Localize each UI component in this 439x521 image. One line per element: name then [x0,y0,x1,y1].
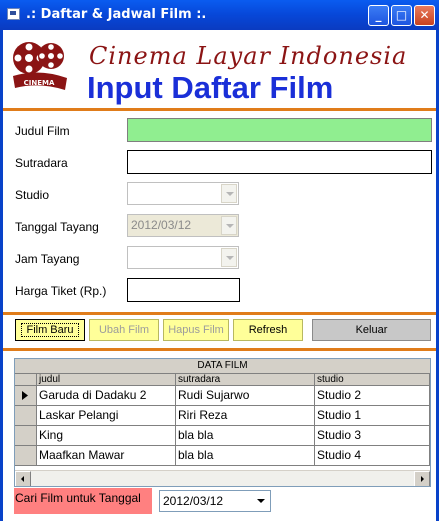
studio-select[interactable] [127,182,239,205]
window-title: .: Daftar & Jadwal Film :. [26,7,207,22]
horizontal-scrollbar[interactable] [15,470,430,486]
app-window: .: Daftar & Jadwal Film :. _ □ ✕ CINEMA … [0,0,439,521]
chevron-down-icon[interactable] [253,492,269,510]
page-title: Input Daftar Film [87,70,334,105]
scroll-right-button[interactable] [414,471,430,486]
tanggal-tayang-value: 2012/03/12 [131,218,192,232]
maximize-icon: □ [395,8,408,22]
current-row-icon [22,391,28,400]
table-cell[interactable]: King [37,426,176,446]
studio-label: Studio [15,188,50,202]
table-cell[interactable]: Studio 4 [315,446,430,466]
table-cell[interactable]: Studio 1 [315,406,430,426]
close-icon: ✕ [419,8,430,22]
title-bar[interactable]: .: Daftar & Jadwal Film :. _ □ ✕ [0,0,439,30]
harga-tiket-label: Harga Tiket (Rp.) [15,284,107,298]
brand-name: Cinema Layar Indonesia [89,42,408,70]
scroll-left-button[interactable] [15,471,31,486]
jam-tayang-select[interactable] [127,246,239,269]
keluar-button[interactable]: Keluar [312,319,431,341]
minimize-icon: _ [375,8,382,22]
app-icon [7,8,20,20]
ubah-film-button[interactable]: Ubah Film [89,319,159,341]
table-cell[interactable]: bla bla [176,426,315,446]
judul-film-label: Judul Film [15,124,70,138]
hapus-film-button[interactable]: Hapus Film [163,319,229,341]
grid-corner [15,374,37,386]
minimize-button[interactable]: _ [368,5,389,26]
tanggal-tayang-picker[interactable]: 2012/03/12 [127,214,239,237]
judul-film-input[interactable] [127,118,432,142]
search-date-picker[interactable]: 2012/03/12 [159,490,271,512]
row-selector[interactable] [15,406,37,426]
film-form: Judul Film Sutradara Studio Tanggal Taya… [3,111,436,312]
data-section: DATA FILM judul sutradara studio Garuda … [3,351,436,521]
search-date-value: 2012/03/12 [163,494,224,508]
film-baru-label: Film Baru [21,323,79,337]
jam-tayang-label: Jam Tayang [15,252,80,266]
row-selector[interactable] [15,426,37,446]
sutradara-input[interactable] [127,150,432,174]
sutradara-label: Sutradara [15,156,68,170]
film-reel-logo: CINEMA [13,42,67,90]
table-cell[interactable]: Studio 2 [315,386,430,406]
chevron-down-icon[interactable] [221,216,237,235]
table-cell[interactable]: Rudi Sujarwo [176,386,315,406]
table-cell[interactable]: Garuda di Dadaku 2 [37,386,176,406]
harga-tiket-input[interactable] [127,278,240,302]
film-baru-button[interactable]: Film Baru [15,319,85,341]
table-cell[interactable]: Studio 3 [315,426,430,446]
table-cell[interactable]: Riri Reza [176,406,315,426]
tanggal-tayang-label: Tanggal Tayang [15,220,99,234]
row-selector-current[interactable] [15,386,37,406]
table-cell[interactable]: bla bla [176,446,315,466]
arrow-left-icon [21,476,24,482]
grid-caption: DATA FILM [15,359,430,374]
search-date-label: Cari Film untuk Tanggal [14,488,152,514]
table-cell[interactable]: Laskar Pelangi [37,406,176,426]
column-header-studio[interactable]: studio [315,374,430,386]
maximize-button[interactable]: □ [391,5,412,26]
logo-text: CINEMA [24,79,55,87]
header: CINEMA Cinema Layar Indonesia Input Daft… [3,30,436,108]
chevron-down-icon[interactable] [221,248,237,267]
chevron-down-icon[interactable] [221,184,237,203]
close-button[interactable]: ✕ [414,5,435,26]
row-selector[interactable] [15,446,37,466]
arrow-right-icon [421,476,424,482]
table-cell[interactable]: Maafkan Mawar [37,446,176,466]
refresh-button[interactable]: Refresh [233,319,303,341]
data-film-grid[interactable]: DATA FILM judul sutradara studio Garuda … [14,358,431,487]
column-header-judul[interactable]: judul [37,374,176,386]
action-bar: Film Baru Ubah Film Hapus Film Refresh K… [3,315,436,348]
column-header-sutradara[interactable]: sutradara [176,374,315,386]
